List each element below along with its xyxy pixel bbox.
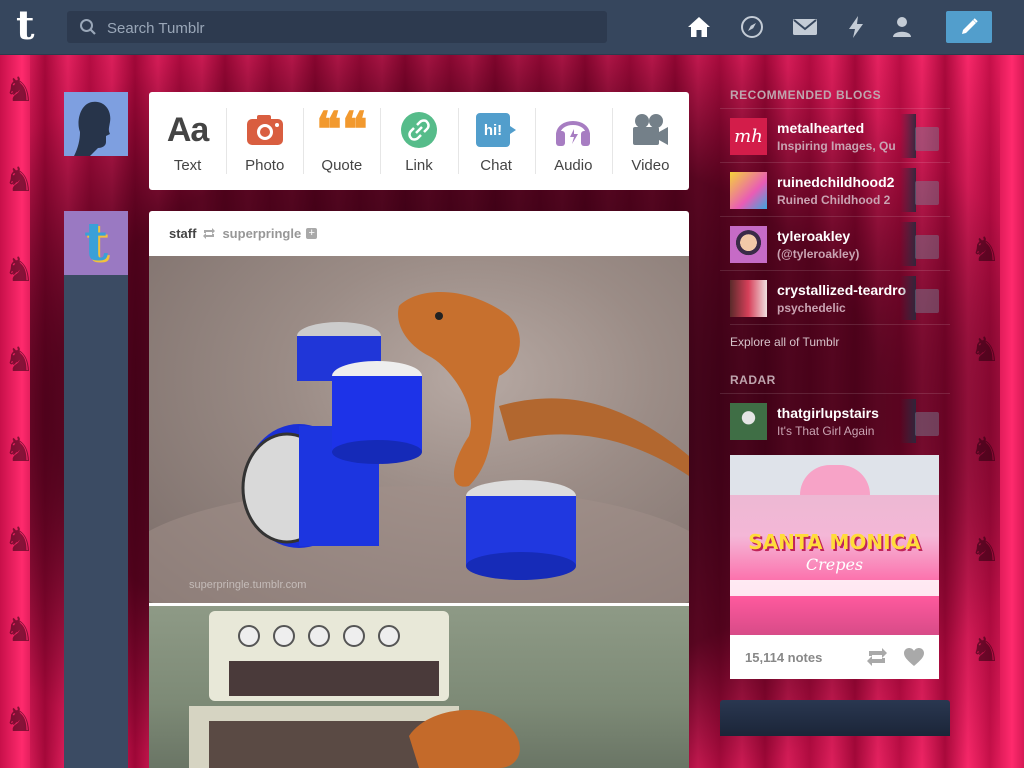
explore-compass-icon[interactable] <box>739 14 765 40</box>
camera-icon <box>246 115 283 145</box>
fade-overlay <box>900 114 916 158</box>
follow-button[interactable] <box>915 235 939 259</box>
post-type-quote[interactable]: ❝❝ Quote <box>303 92 380 190</box>
chat-icon: hi! <box>476 113 517 147</box>
fade-overlay <box>900 168 916 212</box>
blog-name[interactable]: thatgirlupstairs <box>777 405 912 421</box>
follow-button[interactable] <box>915 181 939 205</box>
activity-lightning-icon[interactable] <box>843 14 869 40</box>
tumblr-logo[interactable]: t <box>16 6 50 46</box>
user-silhouette-icon <box>64 92 128 156</box>
post-photo-drums[interactable]: superpringle.tumblr.com <box>149 256 689 646</box>
search-input[interactable] <box>105 11 599 45</box>
recommended-blogs-title: RECOMMENDED BLOGS <box>730 88 882 102</box>
like-heart-icon[interactable] <box>903 647 925 667</box>
headphones-icon <box>556 121 591 146</box>
blog-description: psychedelic <box>777 301 846 315</box>
blog-name[interactable]: crystallized-teardro <box>777 282 912 298</box>
explore-all-link[interactable]: Explore all of Tumblr <box>730 324 950 365</box>
pencil-icon <box>962 18 978 34</box>
follow-button[interactable] <box>915 412 939 436</box>
top-navigation-bar: t <box>0 0 1024 55</box>
follow-plus-icon[interactable]: + <box>306 228 318 239</box>
radar-post-card: SANTA MONICA Crepes 15,114 notes <box>730 455 939 679</box>
post-type-chat[interactable]: hi! Chat <box>457 92 535 190</box>
lizard-drums-illustration <box>149 292 689 646</box>
recommended-blog-item[interactable]: ruinedchildhood2 Ruined Childhood 2 <box>720 162 950 216</box>
blog-avatar[interactable] <box>730 280 767 317</box>
blog-avatar[interactable]: mh <box>730 118 767 155</box>
post-type-link[interactable]: Link <box>380 92 457 190</box>
post-type-composer: Aa Text Photo ❝❝ Quote Link hi! Chat Aud… <box>149 92 689 190</box>
video-camera-icon <box>633 114 669 145</box>
follow-button[interactable] <box>915 289 939 313</box>
search-icon <box>80 19 96 35</box>
notes-count[interactable]: 15,114 notes <box>745 650 822 665</box>
user-avatar[interactable] <box>64 92 128 156</box>
post-photo-amplifier[interactable] <box>149 606 689 768</box>
recommended-blog-item[interactable]: tyleroakley (@tyleroakley) <box>720 216 950 270</box>
radar-photo[interactable]: SANTA MONICA Crepes <box>730 455 939 635</box>
lizard-amp-illustration <box>189 611 520 768</box>
post-type-video[interactable]: Video <box>611 92 689 190</box>
home-icon[interactable] <box>686 14 712 40</box>
fade-overlay <box>900 222 916 266</box>
follow-button[interactable] <box>915 127 939 151</box>
photo-watermark: superpringle.tumblr.com <box>189 579 307 591</box>
blog-avatar[interactable] <box>730 226 767 263</box>
reblog-icon[interactable] <box>866 648 888 666</box>
text-icon: Aa <box>166 110 209 149</box>
blog-avatar[interactable] <box>730 403 767 440</box>
blog-description: It's That Girl Again <box>777 424 875 438</box>
link-icon <box>400 112 437 148</box>
avatar-column-trail <box>64 275 128 768</box>
radar-blog-item[interactable]: thatgirlupstairs It's That Girl Again <box>720 393 950 447</box>
post-type-text[interactable]: Aa Text <box>149 92 226 190</box>
svg-text:hi!: hi! <box>484 122 502 139</box>
reblog-icon <box>203 228 216 239</box>
store-sign-subtext: Crepes <box>805 555 864 574</box>
radar-post-footer: 15,114 notes <box>730 635 939 679</box>
search-box[interactable] <box>67 11 607 45</box>
staff-avatar[interactable]: t <box>64 211 128 275</box>
blog-description: Inspiring Images, Qu <box>777 139 896 153</box>
right-sidebar: RECOMMENDED BLOGS mh metalhearted Inspir… <box>720 88 950 679</box>
fade-overlay <box>900 399 916 443</box>
blog-name[interactable]: ruinedchildhood2 <box>777 174 912 190</box>
inbox-envelope-icon[interactable] <box>792 14 818 40</box>
dashboard-post: staff superpringle + superpringle.tumblr… <box>149 211 689 768</box>
recommended-blog-item[interactable]: mh metalhearted Inspiring Images, Qu <box>720 108 950 162</box>
account-person-icon[interactable] <box>889 14 915 40</box>
blog-description: Ruined Childhood 2 <box>777 193 891 207</box>
compose-post-button[interactable] <box>946 11 992 43</box>
sidebar-bottom-panel <box>720 700 950 736</box>
radar-title: RADAR <box>730 373 776 387</box>
blog-description: (@tyleroakley) <box>777 247 860 261</box>
blog-name[interactable]: tyleroakley <box>777 228 912 244</box>
reblog-source-link[interactable]: superpringle <box>222 226 301 241</box>
store-sign-text: SANTA MONICA <box>748 530 921 554</box>
blog-avatar[interactable] <box>730 172 767 209</box>
post-type-audio[interactable]: Audio <box>534 92 612 190</box>
blog-name[interactable]: metalhearted <box>777 120 912 136</box>
post-type-photo[interactable]: Photo <box>226 92 303 190</box>
post-author-link[interactable]: staff <box>169 226 196 241</box>
photo-stripe <box>730 580 939 596</box>
post-header: staff superpringle + <box>149 211 689 256</box>
recommended-blog-item[interactable]: crystallized-teardro psychedelic <box>720 270 950 324</box>
fade-overlay <box>900 276 916 320</box>
quote-icon: ❝❝ <box>316 102 368 158</box>
tumblr-t-logo: t <box>83 212 109 273</box>
